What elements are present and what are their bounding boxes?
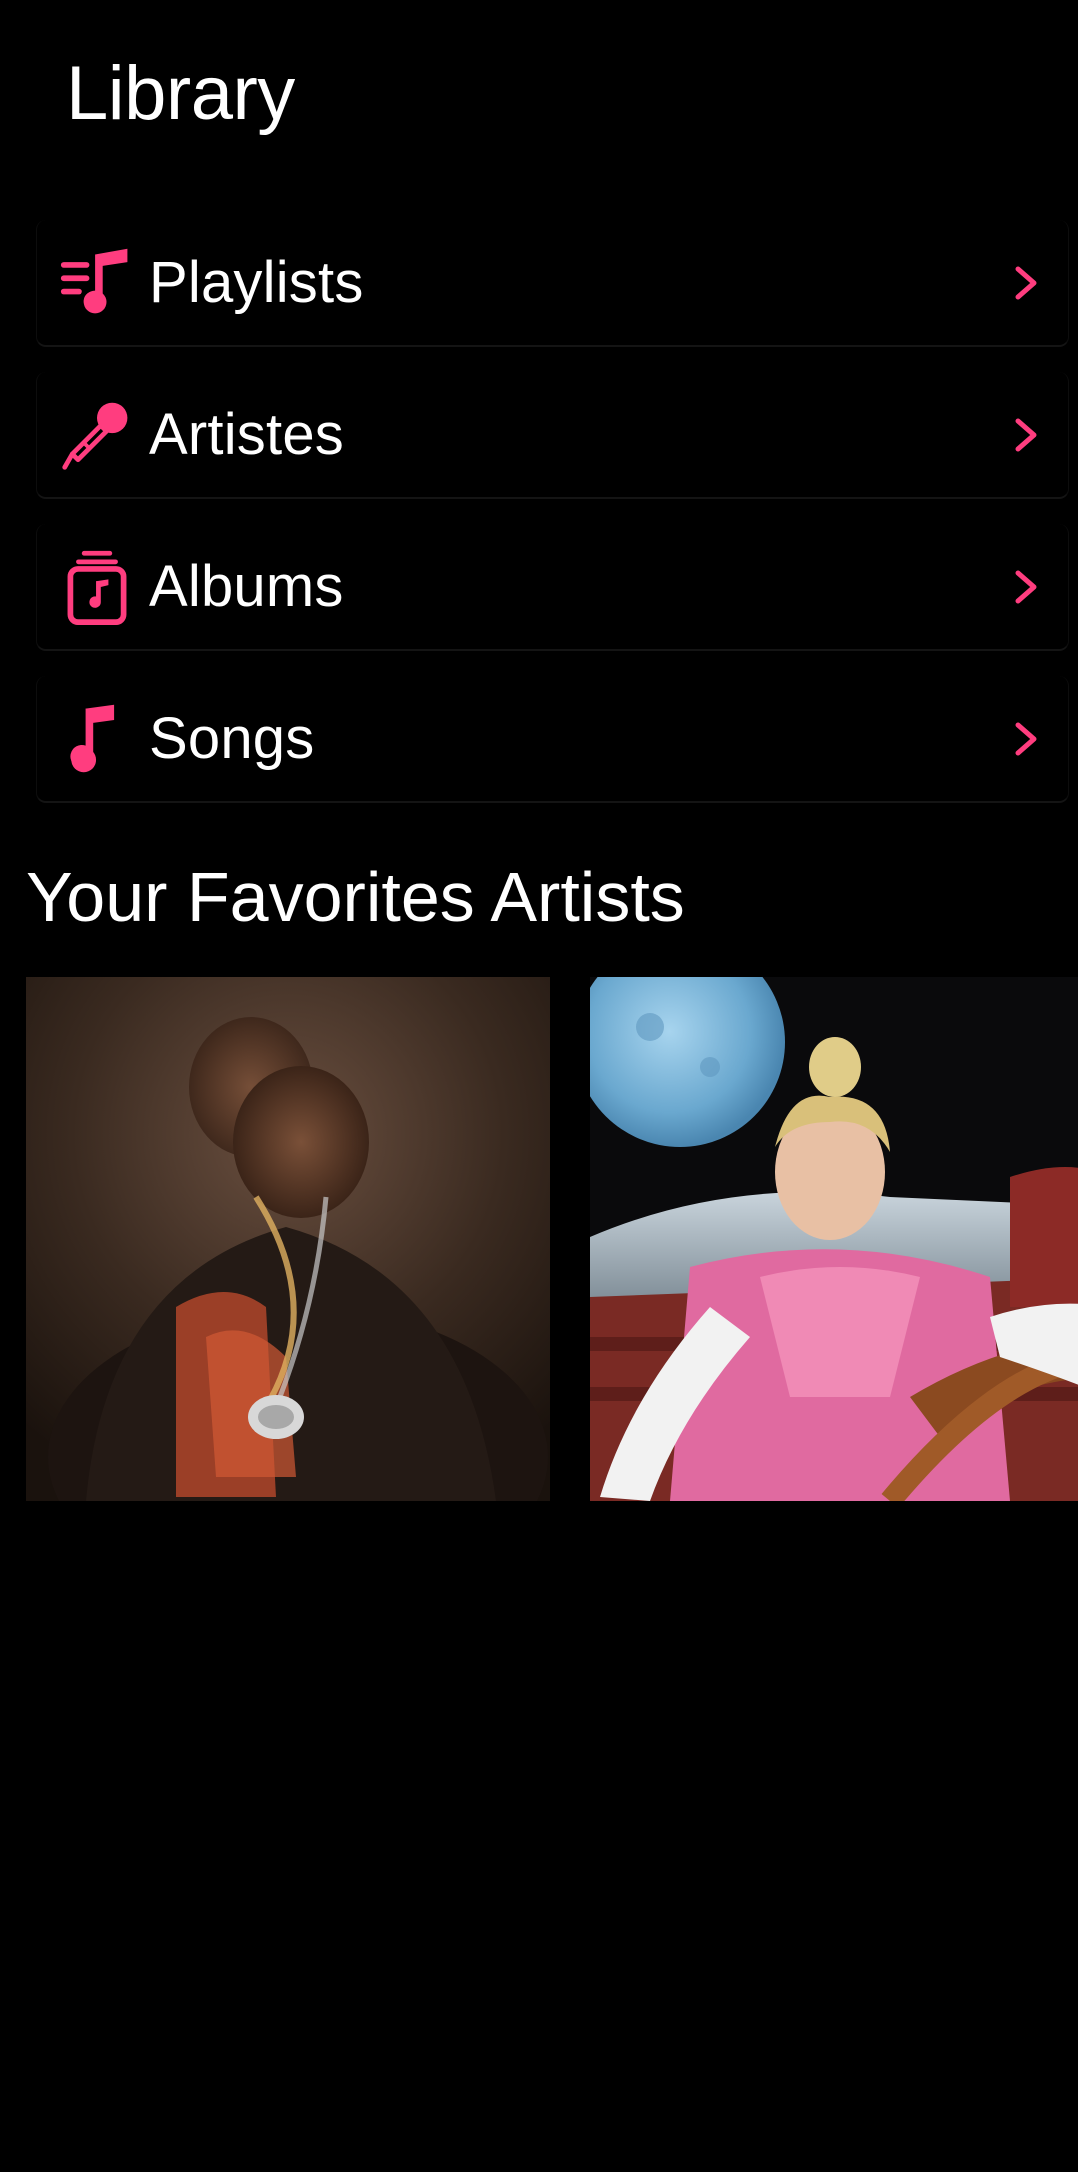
- favorites-section-title: Your Favorites Artists: [26, 858, 685, 936]
- album-stack-icon: [57, 547, 137, 627]
- menu-item-playlists[interactable]: Playlists: [36, 220, 1069, 347]
- chevron-right-icon: [1008, 263, 1042, 303]
- menu-item-albums[interactable]: Albums: [36, 524, 1069, 651]
- playlist-music-icon: [57, 243, 137, 323]
- music-note-icon: [57, 699, 137, 779]
- menu-item-artistes[interactable]: Artistes: [36, 372, 1069, 499]
- menu-item-label: Playlists: [149, 250, 364, 315]
- menu-item-label: Albums: [149, 554, 344, 619]
- page-title: Library: [66, 51, 295, 136]
- artist-card[interactable]: [590, 977, 1078, 1501]
- microphone-icon: [57, 395, 137, 475]
- menu-item-songs[interactable]: Songs: [36, 676, 1069, 803]
- chevron-right-icon: [1008, 719, 1042, 759]
- menu-item-label: Artistes: [149, 402, 344, 467]
- favorite-artists-carousel[interactable]: [26, 977, 1078, 1502]
- chevron-right-icon: [1008, 415, 1042, 455]
- artist-card[interactable]: [26, 977, 550, 1501]
- artist-photo: [26, 977, 550, 1501]
- menu-item-label: Songs: [149, 706, 315, 771]
- library-menu: Playlists Artistes Albums Songs: [36, 220, 1069, 828]
- chevron-right-icon: [1008, 567, 1042, 607]
- artist-photo: [590, 977, 1078, 1501]
